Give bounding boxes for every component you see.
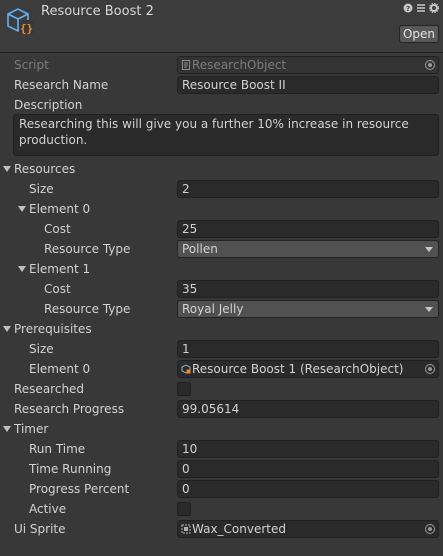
research-name-label: Research Name xyxy=(14,78,109,92)
script-value: ResearchObject xyxy=(192,58,287,72)
element-label: Element 0 xyxy=(29,362,91,376)
cost-label: Cost xyxy=(44,282,71,296)
cost-label: Cost xyxy=(44,222,71,236)
prerequisite-object-field[interactable]: Resource Boost 1 (ResearchObject) xyxy=(177,360,439,378)
dropdown-arrow-icon xyxy=(425,307,433,312)
description-row: Description xyxy=(0,95,443,115)
resources-size-label: Size xyxy=(29,182,54,196)
description-label: Description xyxy=(14,98,83,112)
resource-type-dropdown[interactable]: Royal Jelly xyxy=(177,300,439,318)
progress-percent-input[interactable]: 0 xyxy=(177,480,439,498)
sprite-icon xyxy=(181,524,191,534)
cost-input[interactable]: 35 xyxy=(177,280,439,298)
foldout-arrow-icon[interactable] xyxy=(18,266,26,272)
scriptable-object-ref-icon xyxy=(181,364,191,374)
resources-element-1-foldout[interactable]: Element 1 xyxy=(0,259,443,279)
header-icons: ? xyxy=(403,3,439,13)
script-field[interactable]: ResearchObject xyxy=(177,56,439,74)
element-1-cost-row: Cost 35 xyxy=(0,279,443,299)
preset-icon[interactable] xyxy=(416,3,426,13)
time-running-input[interactable]: 0 xyxy=(177,460,439,478)
resources-size-input[interactable]: 2 xyxy=(177,180,439,198)
inspector-header: {} Resource Boost 2 ? Open xyxy=(0,0,443,53)
svg-text:?: ? xyxy=(406,5,410,13)
prerequisites-label: Prerequisites xyxy=(14,322,92,336)
research-progress-row: Research Progress 99.05614 xyxy=(0,399,443,419)
element-1-type-row: Resource Type Royal Jelly xyxy=(0,299,443,319)
run-time-label: Run Time xyxy=(29,442,86,456)
element-label: Element 1 xyxy=(29,262,91,276)
resource-type-value: Royal Jelly xyxy=(182,302,244,316)
resources-label: Resources xyxy=(14,162,76,176)
run-time-input[interactable]: 10 xyxy=(177,440,439,458)
foldout-arrow-icon[interactable] xyxy=(3,426,11,432)
research-progress-input[interactable]: 99.05614 xyxy=(177,400,439,418)
resources-foldout[interactable]: Resources xyxy=(0,159,443,179)
progress-percent-row: Progress Percent 0 xyxy=(0,479,443,499)
resources-size-row: Size 2 xyxy=(0,179,443,199)
resource-type-value: Pollen xyxy=(182,242,218,256)
researched-row: Researched xyxy=(0,379,443,399)
svg-text:{}: {} xyxy=(20,22,33,35)
resources-element-0-foldout[interactable]: Element 0 xyxy=(0,199,443,219)
prerequisites-element-0-row: Element 0 Resource Boost 1 (ResearchObje… xyxy=(0,359,443,379)
ui-sprite-row: Ui Sprite Wax_Converted xyxy=(0,519,443,539)
cost-input[interactable]: 25 xyxy=(177,220,439,238)
description-textarea[interactable]: Researching this will give you a further… xyxy=(13,114,439,156)
foldout-arrow-icon[interactable] xyxy=(18,206,26,212)
timer-foldout[interactable]: Timer xyxy=(0,419,443,439)
element-0-type-row: Resource Type Pollen xyxy=(0,239,443,259)
dropdown-arrow-icon xyxy=(425,247,433,252)
active-label: Active xyxy=(29,502,67,516)
object-picker-icon[interactable] xyxy=(425,60,435,70)
scriptable-object-icon: {} xyxy=(7,8,34,35)
ui-sprite-value: Wax_Converted xyxy=(192,522,287,536)
timer-label: Timer xyxy=(14,422,49,436)
prerequisite-value: Resource Boost 1 (ResearchObject) xyxy=(192,362,404,376)
object-title: Resource Boost 2 xyxy=(41,4,154,19)
researched-label: Researched xyxy=(14,382,85,396)
settings-icon[interactable] xyxy=(429,3,439,13)
object-picker-icon[interactable] xyxy=(425,524,435,534)
active-checkbox[interactable] xyxy=(177,502,191,516)
research-progress-label: Research Progress xyxy=(14,402,125,416)
prerequisites-size-label: Size xyxy=(29,342,54,356)
progress-percent-label: Progress Percent xyxy=(29,482,130,496)
help-icon[interactable]: ? xyxy=(403,3,413,13)
element-label: Element 0 xyxy=(29,202,91,216)
prerequisites-size-input[interactable]: 1 xyxy=(177,340,439,358)
resource-type-dropdown[interactable]: Pollen xyxy=(177,240,439,258)
time-running-label: Time Running xyxy=(29,462,112,476)
run-time-row: Run Time 10 xyxy=(0,439,443,459)
open-button[interactable]: Open xyxy=(399,25,439,43)
object-picker-icon[interactable] xyxy=(425,364,435,374)
foldout-arrow-icon[interactable] xyxy=(3,326,11,332)
script-file-icon xyxy=(182,60,190,70)
ui-sprite-label: Ui Sprite xyxy=(14,522,66,536)
script-row: Script ResearchObject xyxy=(0,55,443,75)
research-name-row: Research Name Resource Boost II xyxy=(0,75,443,95)
foldout-arrow-icon[interactable] xyxy=(3,166,11,172)
ui-sprite-field[interactable]: Wax_Converted xyxy=(177,520,439,538)
script-label: Script xyxy=(14,58,49,72)
time-running-row: Time Running 0 xyxy=(0,459,443,479)
research-name-input[interactable]: Resource Boost II xyxy=(177,76,439,94)
resource-type-label: Resource Type xyxy=(44,242,131,256)
element-0-cost-row: Cost 25 xyxy=(0,219,443,239)
active-row: Active xyxy=(0,499,443,519)
prerequisites-size-row: Size 1 xyxy=(0,339,443,359)
prerequisites-foldout[interactable]: Prerequisites xyxy=(0,319,443,339)
researched-checkbox[interactable] xyxy=(177,382,191,396)
resource-type-label: Resource Type xyxy=(44,302,131,316)
